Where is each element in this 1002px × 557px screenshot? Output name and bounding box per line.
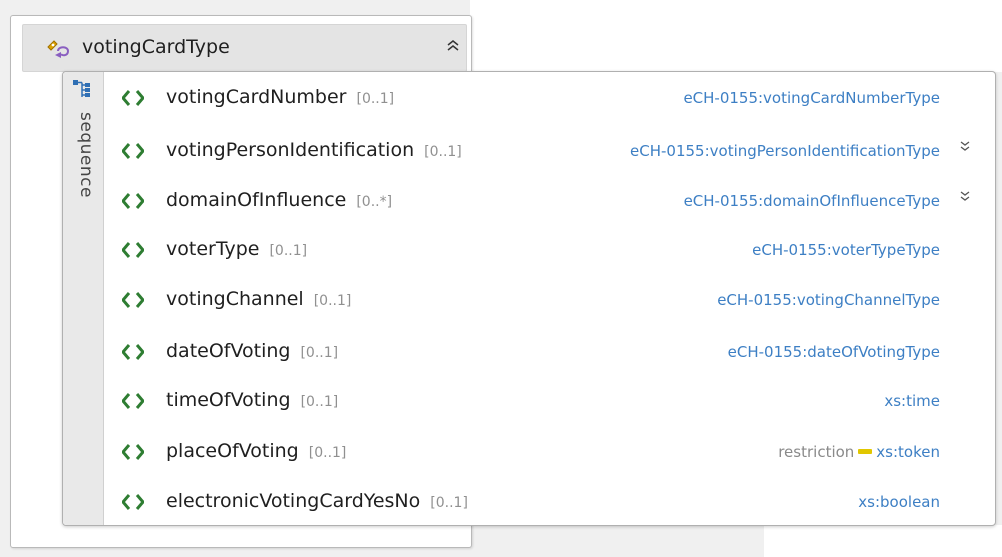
complex-type-icon: [47, 40, 70, 58]
sequence-icon: [73, 80, 90, 97]
element-icon: [122, 90, 144, 106]
element-name: votingPersonIdentification [0..1]: [166, 139, 462, 161]
element-cardinality: [0..*]: [356, 194, 393, 210]
element-name-text: votingPersonIdentification: [166, 139, 415, 161]
element-row[interactable]: votingPersonIdentification [0..1] eCH-0155…: [104, 127, 994, 179]
element-cardinality: [0..1]: [300, 345, 339, 361]
element-row[interactable]: timeOfVoting [0..1] xs:time: [104, 377, 994, 429]
element-icon: [122, 193, 144, 209]
sequence-strip[interactable]: sequence: [63, 72, 104, 525]
expand-icon[interactable]: [956, 190, 974, 210]
element-row[interactable]: voterType [0..1] eCH-0155:voterTypeType: [104, 226, 994, 278]
restriction-marker-icon: [858, 449, 873, 454]
restriction-label: restriction: [778, 443, 855, 461]
element-cardinality: [0..1]: [356, 91, 395, 107]
element-cardinality: [0..1]: [269, 243, 308, 259]
element-name-text: domainOfInfluence: [166, 189, 347, 211]
element-row[interactable]: dateOfVoting [0..1] eCH-0155:dateOfVotingT…: [104, 328, 994, 380]
element-type-name: eCH-0155:votingChannelType: [717, 291, 940, 309]
element-row[interactable]: domainOfInfluence [0..*] eCH-0155:domainOf…: [104, 177, 994, 229]
element-type[interactable]: eCH-0155:voterTypeType: [752, 241, 940, 259]
element-name-text: votingCardNumber: [166, 86, 347, 108]
element-cardinality: [0..1]: [313, 293, 352, 309]
element-type-name: xs:time: [884, 392, 940, 410]
element-name-text: votingChannel: [166, 288, 304, 310]
element-name: votingChannel [0..1]: [166, 288, 351, 310]
element-type[interactable]: eCH-0155:votingPersonIdentificationType: [630, 142, 940, 160]
element-icon: [122, 242, 144, 258]
element-type[interactable]: xs:time: [884, 392, 940, 410]
element-icon: [122, 344, 144, 360]
element-type-name: eCH-0155:votingPersonIdentificationType: [630, 142, 940, 160]
element-type-name: eCH-0155:votingCardNumberType: [683, 89, 940, 107]
element-type[interactable]: eCH-0155:votingChannelType: [717, 291, 940, 309]
element-type[interactable]: restriction xs:token: [778, 443, 940, 461]
element-type-name: xs:token: [876, 443, 940, 461]
element-icon: [122, 494, 144, 510]
element-type[interactable]: eCH-0155:dateOfVotingType: [728, 343, 940, 361]
element-cardinality: [0..1]: [424, 144, 462, 160]
collapse-icon[interactable]: [443, 37, 463, 57]
sequence-group: sequence votingCardNumber [0..1] eCH-0155:…: [62, 71, 996, 526]
element-name: domainOfInfluence [0..*]: [166, 189, 392, 211]
element-row[interactable]: votingChannel [0..1] eCH-0155:votingChanne…: [104, 276, 994, 328]
canvas-background-right: [470, 0, 1002, 72]
element-type[interactable]: eCH-0155:domainOfInfluenceType: [684, 192, 940, 210]
element-row[interactable]: placeOfVoting [0..1] restriction xs:token: [104, 428, 994, 480]
element-type[interactable]: xs:boolean: [858, 493, 940, 511]
sequence-label: sequence: [76, 112, 96, 198]
element-cardinality: [0..1]: [300, 394, 339, 410]
element-icon: [122, 143, 144, 159]
complex-type-name: votingCardType: [82, 36, 230, 58]
element-icon: [122, 292, 144, 308]
element-cardinality: [0..1]: [430, 495, 468, 511]
element-name-text: voterType: [166, 238, 260, 260]
complex-type-header[interactable]: votingCardType: [22, 24, 467, 72]
element-name-text: dateOfVoting: [166, 340, 291, 362]
element-type-name: xs:boolean: [858, 493, 940, 511]
element-name-text: placeOfVoting: [166, 440, 299, 462]
element-type-name: eCH-0155:voterTypeType: [752, 241, 940, 259]
element-name-text: electronicVotingCardYesNo: [166, 490, 421, 512]
element-name: placeOfVoting [0..1]: [166, 440, 346, 462]
element-name: votingCardNumber [0..1]: [166, 86, 394, 108]
element-type[interactable]: eCH-0155:votingCardNumberType: [683, 89, 940, 107]
element-row[interactable]: electronicVotingCardYesNo [0..1] xs:boolea…: [104, 478, 994, 530]
expand-icon[interactable]: [956, 140, 974, 160]
element-cardinality: [0..1]: [308, 445, 347, 461]
element-name: voterType [0..1]: [166, 238, 307, 260]
element-name-text: timeOfVoting: [166, 389, 291, 411]
element-type-name: eCH-0155:domainOfInfluenceType: [683, 192, 940, 210]
element-name: electronicVotingCardYesNo [0..1]: [166, 490, 468, 512]
element-type-name: eCH-0155:dateOfVotingType: [727, 343, 940, 361]
element-icon: [122, 393, 144, 409]
element-icon: [122, 444, 144, 460]
element-row[interactable]: votingCardNumber [0..1] eCH-0155:votingCar…: [104, 74, 994, 126]
element-name: dateOfVoting [0..1]: [166, 340, 338, 362]
element-name: timeOfVoting [0..1]: [166, 389, 338, 411]
